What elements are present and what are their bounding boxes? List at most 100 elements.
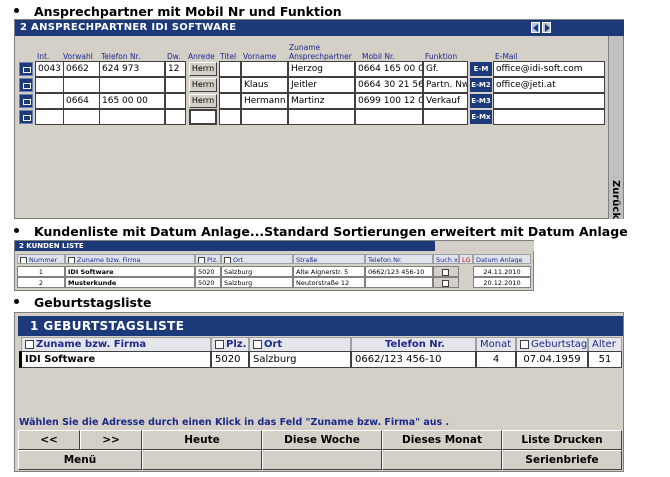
back-button[interactable]: Zurück [610,180,621,219]
anrede-select[interactable]: Herrn [189,62,217,76]
customer-list-window: 2 KUNDEN LISTE Nummer Zuname bzw. Firma … [14,240,534,291]
dw-field[interactable] [165,93,186,109]
arrow-left-icon [533,24,538,32]
dw-field[interactable] [165,109,186,125]
customer-list-title-bar: 2 KUNDEN LISTE [15,241,435,251]
print-list-button[interactable]: Liste Drucken [502,430,622,450]
nummer-cell: 1 [17,266,65,277]
strasse-cell: Alte Aignerstr. 5 [293,266,365,277]
row-select-icon[interactable] [19,78,33,92]
zuname-cell[interactable]: IDI Software [65,266,195,277]
menu-button[interactable]: Menü [18,450,142,470]
today-button[interactable]: Heute [142,430,262,450]
zuname-field[interactable]: Jeitler [288,77,355,93]
mobil-field[interactable]: 0664 30 21 567 [355,77,423,93]
col-header-int: Int. [37,52,50,61]
int-field[interactable] [35,93,64,109]
checkbox-icon [68,256,75,263]
email-field[interactable]: office@jeti.at [493,77,605,93]
mobil-field[interactable] [355,109,423,125]
anrede-select[interactable] [189,109,217,125]
telefon-field[interactable] [99,109,165,125]
mobil-field[interactable]: 0664 165 00 00 [355,61,423,77]
email-button[interactable]: E-M3 [470,94,492,108]
such-cell[interactable] [433,266,459,277]
col-header-such[interactable]: Such x [433,254,459,264]
funktion-field[interactable]: Verkauf [423,93,468,109]
email-field[interactable] [493,109,605,125]
checkbox-icon[interactable] [441,268,449,276]
titel-field[interactable] [219,93,241,109]
email-field[interactable]: office@idi-soft.com [493,61,605,77]
telefon-cell: 0662/123 456-10 [365,266,433,277]
col-header-zuname[interactable]: Zuname bzw. Firma [65,254,195,264]
vorname-field[interactable] [241,109,288,125]
zuname-field[interactable] [288,109,355,125]
telefon-field[interactable] [99,77,165,93]
vorwahl-field[interactable]: 0662 [63,61,100,77]
geburtstag-cell: 07.04.1959 [516,351,588,368]
int-field[interactable]: 0043 [35,61,64,77]
contacts-window: 2 ANSPRECHPARTNER IDI SOFTWARE Zurück In… [14,19,624,219]
col-header-plz[interactable]: Plz. [195,254,221,264]
col-header-strasse[interactable]: Straße [293,254,365,264]
ort-cell: Salzburg [249,351,351,368]
checkbox-icon [253,339,262,349]
telefon-field[interactable]: 624 973 [99,61,165,77]
dw-field[interactable]: 12 [165,61,186,77]
prev-record-button[interactable] [531,22,540,33]
such-cell[interactable] [433,277,459,288]
titel-field[interactable] [219,61,241,77]
int-field[interactable] [35,109,64,125]
vorname-field[interactable] [241,61,288,77]
monat-cell: 4 [476,351,516,368]
zuname-cell[interactable]: IDI Software [19,351,211,368]
zuname-field[interactable]: Herzog [288,61,355,77]
email-button[interactable]: E-Mx [470,110,492,124]
col-header-nummer[interactable]: Nummer [17,254,65,264]
anrede-select[interactable]: Herrn [189,94,217,108]
anrede-select[interactable]: Herrn [189,78,217,92]
zuname-cell[interactable]: Musterkunde [65,277,195,288]
mobil-field[interactable]: 0699 100 12 04 [355,93,423,109]
row-select-icon[interactable] [19,94,33,108]
vorname-field[interactable]: Hermann [241,93,288,109]
titel-field[interactable] [219,77,241,93]
this-month-button[interactable]: Dieses Monat [382,430,502,450]
zuname-field[interactable]: Martinz [288,93,355,109]
funktion-field[interactable]: Partn. Nw [423,77,468,93]
int-field[interactable] [35,77,64,93]
col-header-telefon[interactable]: Telefon Nr. [365,254,433,264]
row-select-icon[interactable] [19,110,33,124]
nummer-cell: 2 [17,277,65,288]
vorname-field[interactable]: Klaus [241,77,288,93]
alter-cell: 51 [588,351,622,368]
row-select-icon[interactable] [19,62,33,76]
titel-field[interactable] [219,109,241,125]
empty-button [262,450,382,470]
vorwahl-field[interactable] [63,77,100,93]
col-header-ort[interactable]: Ort [221,254,293,264]
prev-button[interactable]: << [18,430,80,450]
col-header-mobil: Mobil Nr. [362,52,395,61]
col-header-datum-anlage[interactable]: Datum Anlage [473,254,531,264]
selection-hint: Wählen Sie die Adresse durch einen Klick… [19,417,450,428]
plz-cell: 5020 [195,277,221,288]
col-header-lg[interactable]: LG [459,254,473,264]
email-button[interactable]: E-M2 [470,78,492,92]
vorwahl-field[interactable]: 0664 [63,93,100,109]
funktion-field[interactable] [423,109,468,125]
telefon-field[interactable]: 165 00 00 [99,93,165,109]
dw-field[interactable] [165,77,186,93]
email-button[interactable]: E-M [470,62,492,76]
checkbox-icon[interactable] [441,279,449,287]
funktion-field[interactable]: Gf. [423,61,468,77]
vorwahl-field[interactable] [63,109,100,125]
checkbox-icon [198,256,205,263]
next-record-button[interactable] [542,22,551,33]
next-button[interactable]: >> [80,430,142,450]
checkbox-icon [224,256,231,263]
serial-letters-button[interactable]: Serienbriefe [502,450,622,470]
email-field[interactable] [493,93,605,109]
this-week-button[interactable]: Diese Woche [262,430,382,450]
